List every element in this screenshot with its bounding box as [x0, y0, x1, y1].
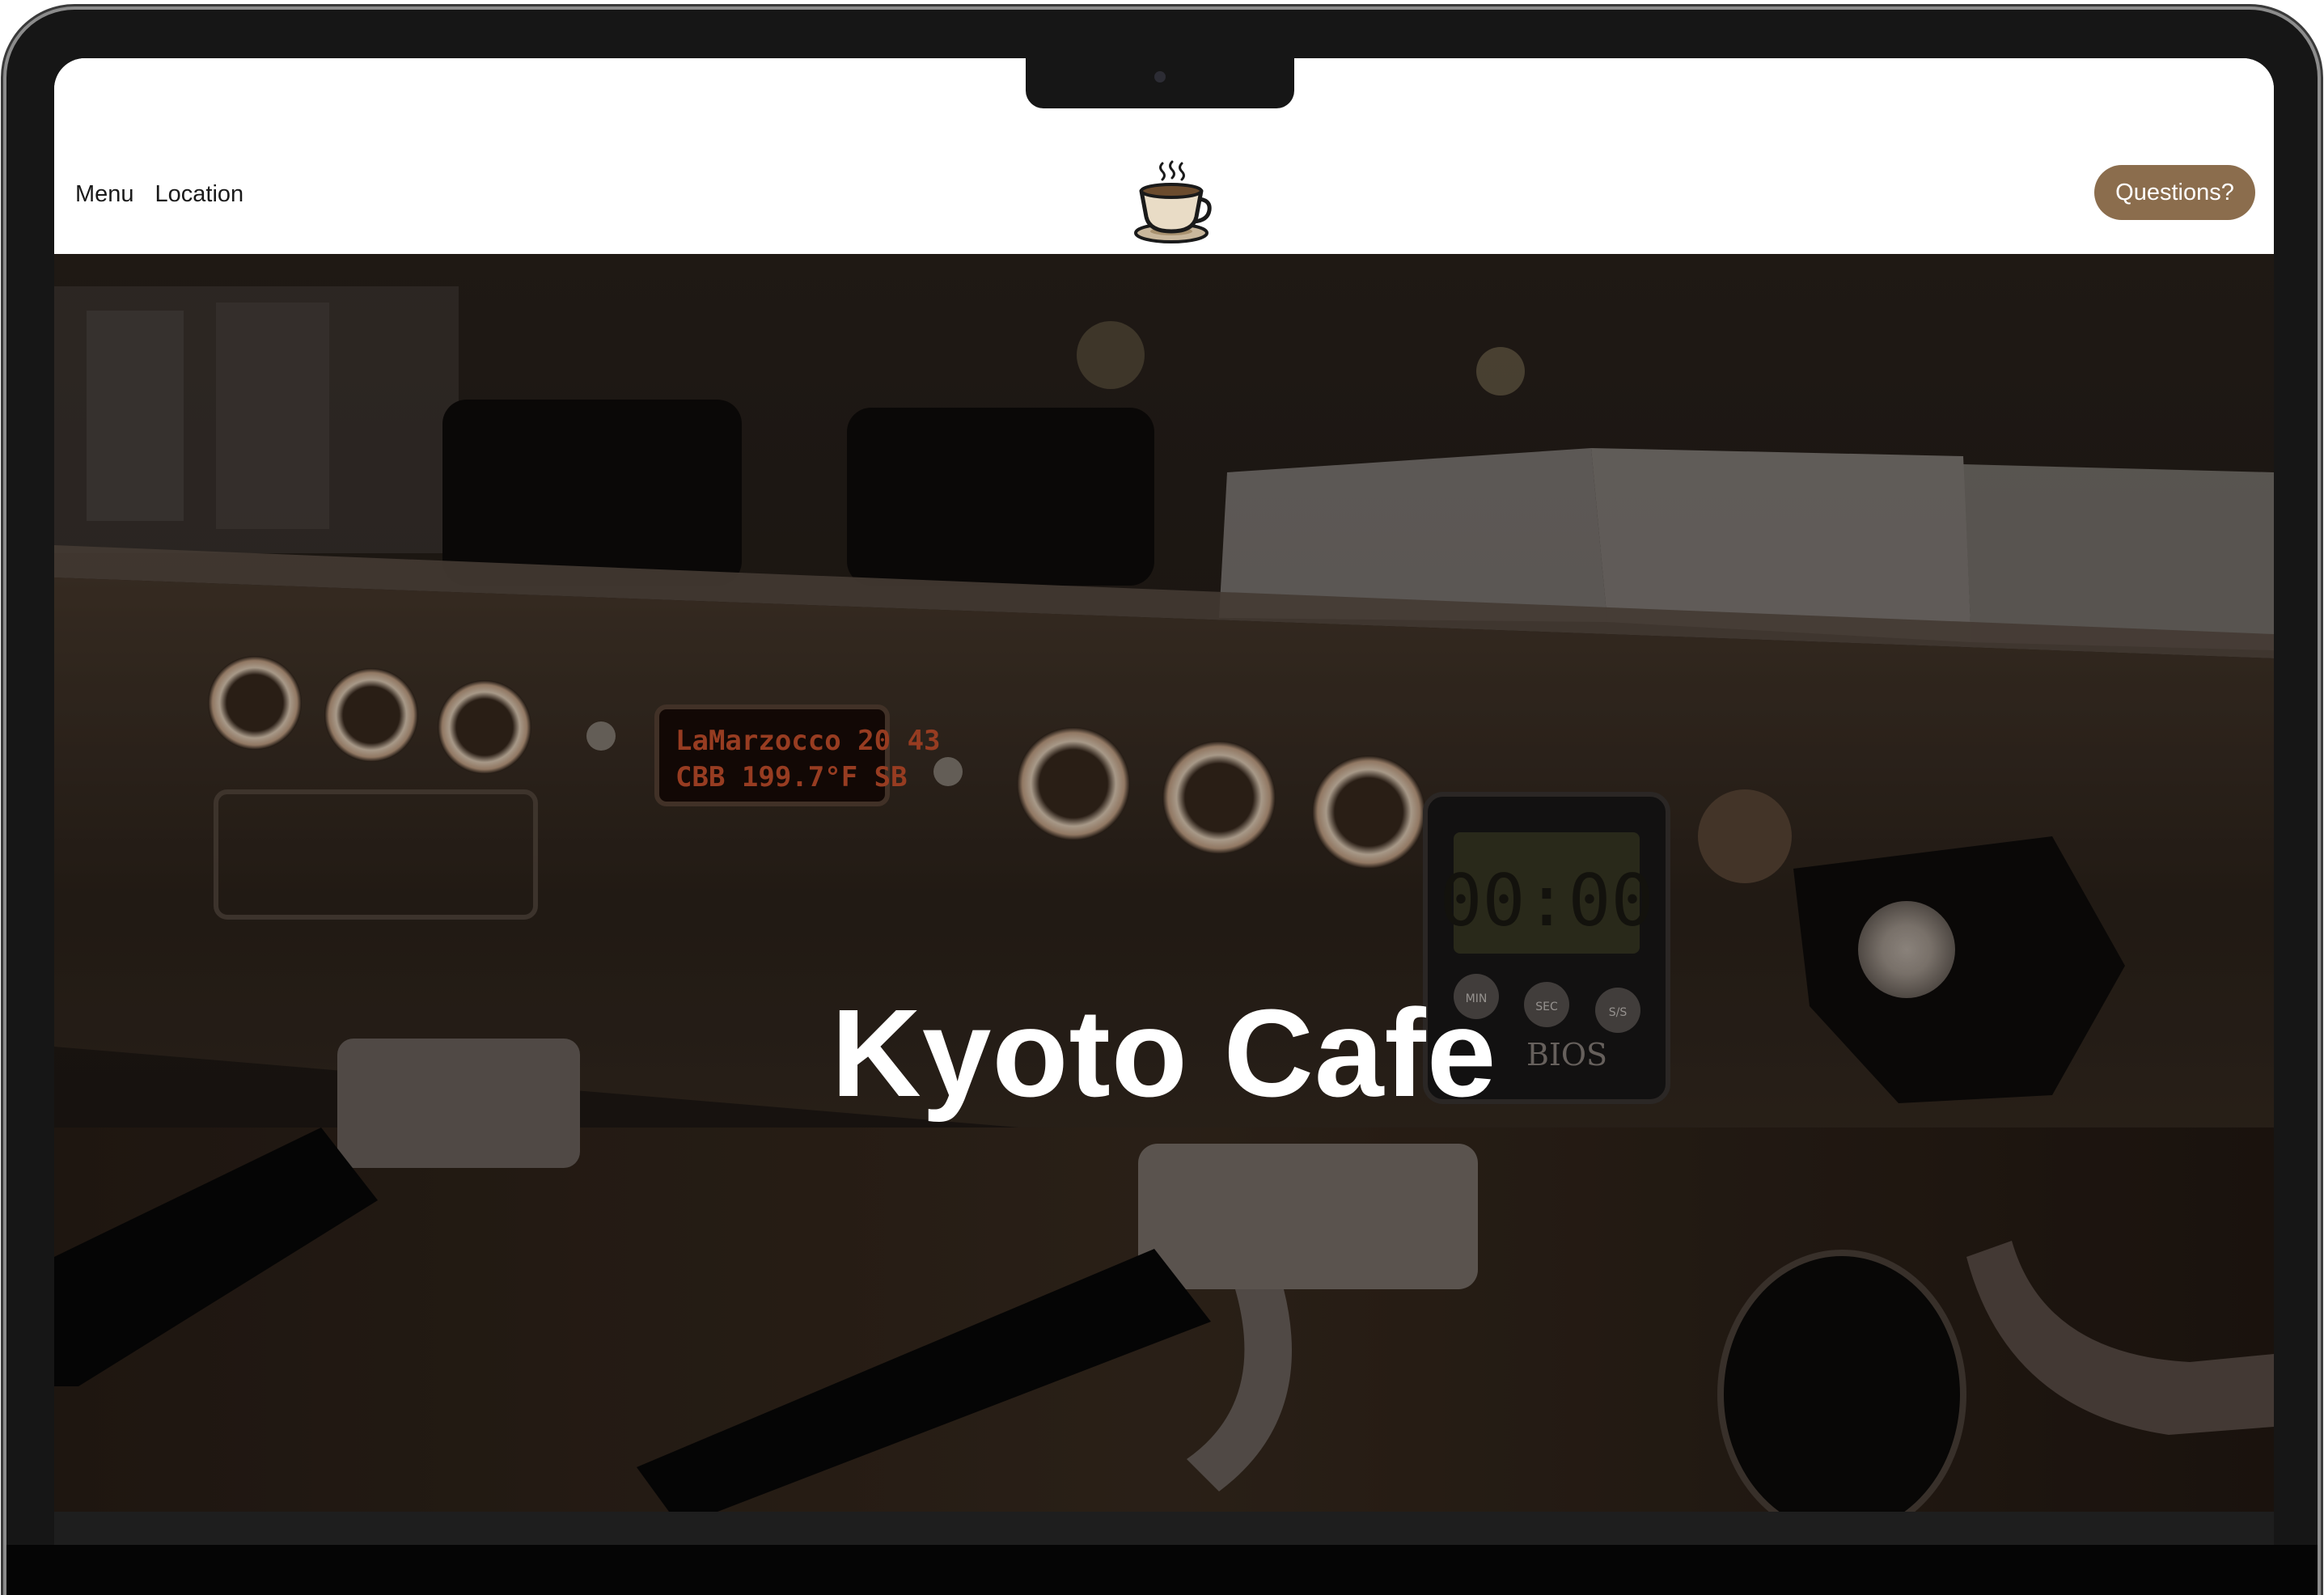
questions-button[interactable]: Questions? — [2094, 165, 2255, 220]
camera-icon — [1154, 71, 1166, 82]
nav-links: Menu Location — [75, 181, 243, 208]
hero-title: Kyoto Cafe — [831, 984, 1497, 1123]
screen-bottom-edge — [54, 1512, 2274, 1545]
laptop-frame: Menu Location Questions? LaMarzocco 20 4… — [6, 10, 2318, 1595]
browser-viewport: Menu Location Questions? LaMarzocco 20 4… — [54, 58, 2274, 1545]
camera-notch — [1026, 58, 1294, 108]
hero-section: LaMarzocco 20 43 CBB 199.7°F SB 00:00 MI… — [54, 254, 2274, 1512]
nav-link-menu[interactable]: Menu — [75, 181, 134, 208]
espresso-machine-photo: LaMarzocco 20 43 CBB 199.7°F SB 00:00 MI… — [54, 254, 2274, 1512]
coffee-cup-icon[interactable] — [1130, 159, 1216, 244]
laptop-chin — [6, 1545, 2318, 1595]
nav-link-location[interactable]: Location — [155, 181, 244, 208]
